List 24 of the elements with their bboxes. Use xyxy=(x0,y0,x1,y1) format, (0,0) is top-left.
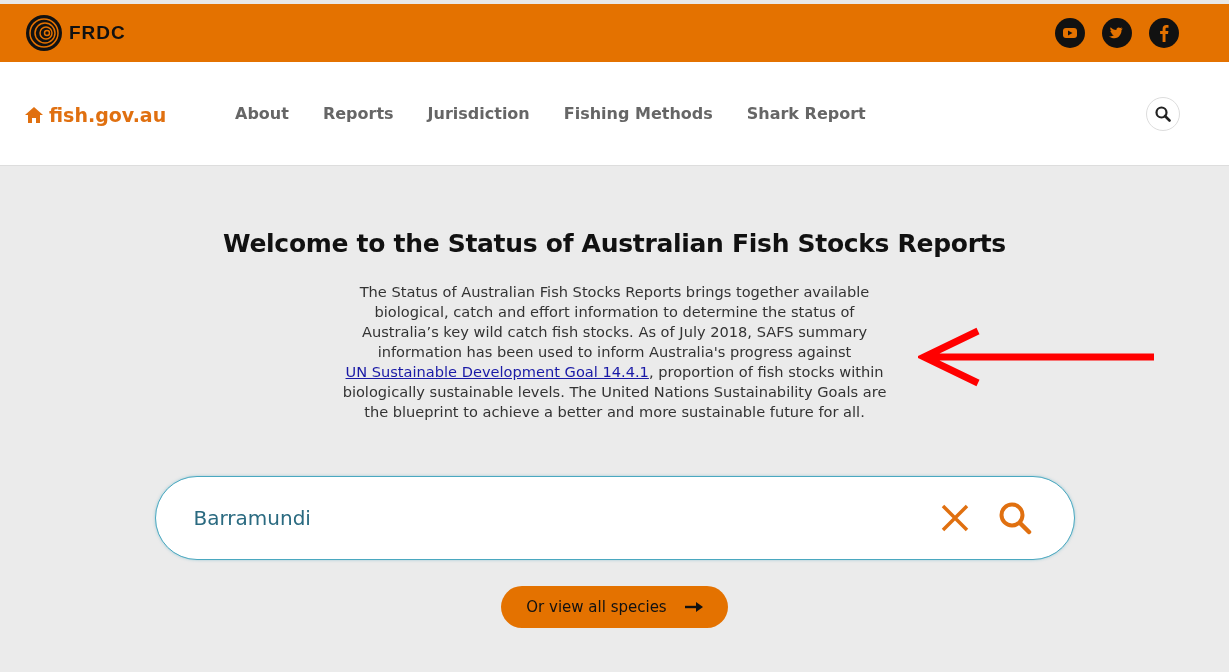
nav-link[interactable]: About xyxy=(218,104,306,123)
search-input[interactable]: Barramundi xyxy=(191,505,912,531)
house-icon xyxy=(25,106,43,123)
facebook-icon[interactable] xyxy=(1149,18,1179,48)
search-icon xyxy=(997,501,1032,535)
twitter-icon[interactable] xyxy=(1102,18,1132,48)
clear-button[interactable] xyxy=(939,503,970,533)
nav-link[interactable]: Shark Report xyxy=(729,104,883,123)
page-title: Welcome to the Status of Australian Fish Stocks Reports xyxy=(223,229,1006,258)
logo-text: FRDC xyxy=(69,22,126,44)
nav-link[interactable]: Fishing Methods xyxy=(546,104,730,123)
search-button[interactable] xyxy=(1146,96,1180,131)
arrow-right-icon xyxy=(684,602,703,612)
close-icon xyxy=(939,503,970,533)
nav-link[interactable]: Reports xyxy=(305,104,411,123)
nav-link[interactable]: Jurisdiction xyxy=(410,104,547,123)
view-all-species-button[interactable]: Or view all species xyxy=(501,586,728,628)
sdg-link[interactable]: UN Sustainable Development Goal 14.4.1 xyxy=(345,363,649,380)
youtube-icon[interactable] xyxy=(1055,18,1085,48)
search-field[interactable]: Barramundi xyxy=(154,476,1075,560)
home-link[interactable]: fish.gov.au xyxy=(25,103,218,126)
intro-paragraph: The Status of Australian Fish Stocks Reports brings together available biological, catch and effort information to determine the status of Australia’s key wild catch fish stocks. As of July 2018, SAFS summary information has been used to inform Australia's progress against UN Sustainable Development Goal 14.4.1, proportion of fish stocks within biologically sustainable levels. The United Nations Sustainability Goals are the blueprint to achieve a better and more sustainable future for all. xyxy=(341,282,888,422)
spiral-logo-icon[interactable] xyxy=(25,14,63,52)
search-icon xyxy=(1155,105,1171,122)
